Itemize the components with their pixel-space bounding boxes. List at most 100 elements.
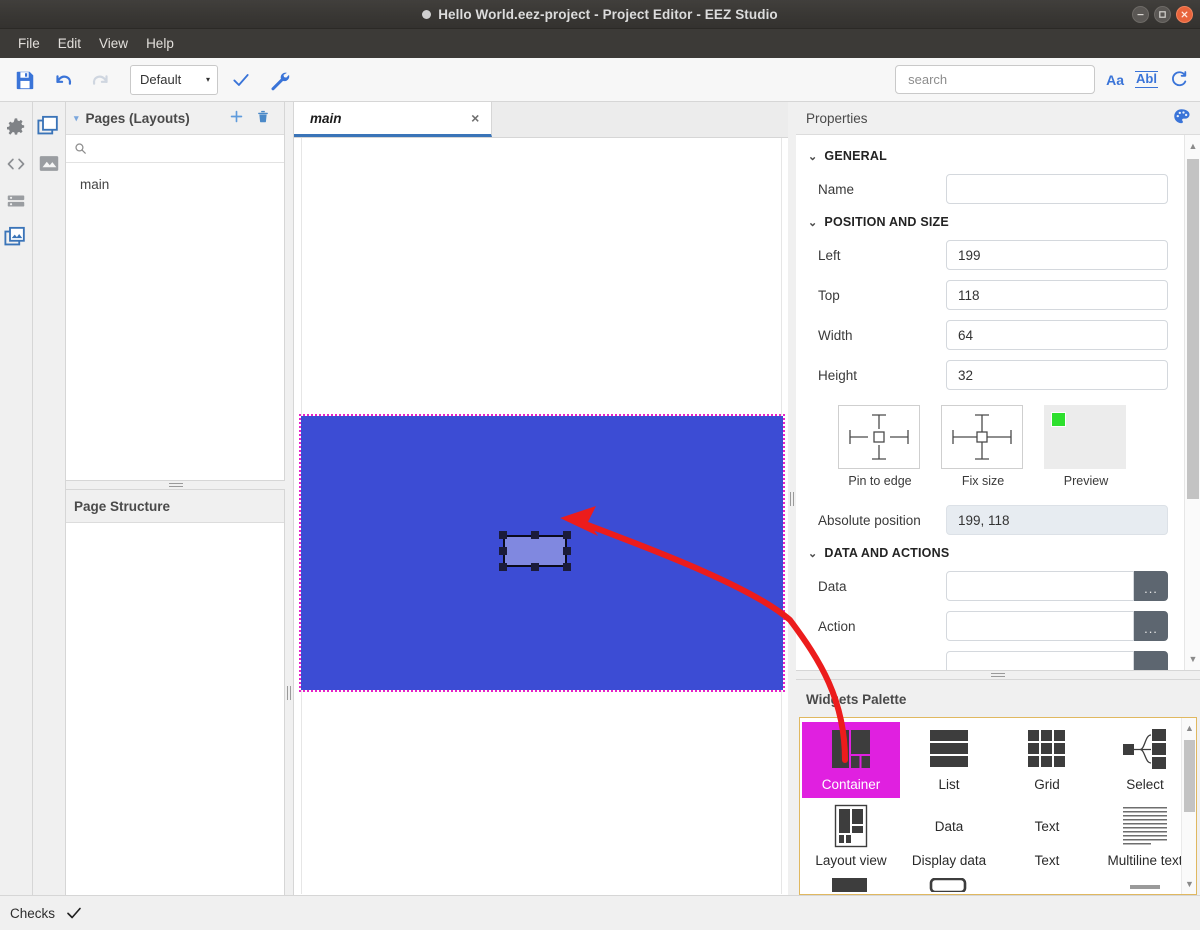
page-canvas[interactable] [294, 138, 789, 894]
action-browse-button[interactable]: ... [1134, 611, 1168, 641]
properties-group-general[interactable]: ⌄ GENERAL [796, 143, 1184, 169]
left-input[interactable]: 199 [946, 240, 1168, 270]
sidebar-item-pages[interactable] [0, 221, 33, 254]
pages-structure-splitter[interactable] [66, 480, 285, 490]
height-input[interactable]: 32 [946, 360, 1168, 390]
palette-item-partial-3[interactable] [998, 874, 1096, 894]
palette-item-multiline-text[interactable]: Multiline text [1096, 798, 1194, 874]
search-box[interactable] [895, 65, 1096, 94]
action-input[interactable] [946, 611, 1134, 641]
check-build-button[interactable] [226, 65, 256, 95]
palette-scrollbar[interactable]: ▲ ▼ [1181, 718, 1196, 894]
pages-panel-header: ▾ Pages (Layouts) [66, 102, 284, 135]
name-input[interactable] [946, 174, 1168, 204]
refresh-button[interactable] [1169, 70, 1188, 89]
menu-item-view[interactable]: View [90, 33, 137, 54]
resize-handle-w[interactable] [499, 547, 507, 555]
palette-item-grid[interactable]: Grid [998, 722, 1096, 798]
resize-handle-nw[interactable] [499, 531, 507, 539]
maximize-button[interactable] [1154, 6, 1171, 23]
properties-palette-splitter[interactable] [796, 670, 1200, 680]
editor-properties-splitter[interactable] [788, 102, 796, 895]
palette-item-display-data[interactable]: Data Display data [900, 798, 998, 874]
data-browse-button[interactable]: ... [1134, 571, 1168, 601]
partial-browse-button[interactable]: ... [1134, 651, 1168, 670]
palette-item-label: Container [821, 777, 881, 792]
properties-group-position-and-size[interactable]: ⌄ POSITION AND SIZE [796, 209, 1184, 235]
save-button[interactable] [10, 65, 40, 95]
menu-item-edit[interactable]: Edit [49, 33, 90, 54]
palette-item-list[interactable]: List [900, 722, 998, 798]
palette-item-layout-view[interactable]: Layout view [802, 798, 900, 874]
layout-view-icon [825, 802, 877, 850]
width-input[interactable]: 64 [946, 320, 1168, 350]
palette-item-partial-4[interactable] [1096, 874, 1194, 894]
theme-palette-button[interactable] [1173, 108, 1190, 128]
menu-item-file[interactable]: File [9, 33, 49, 54]
sidebar-item-images[interactable] [33, 147, 66, 180]
preview-figure[interactable] [1044, 405, 1126, 469]
preview-swatch [1051, 412, 1066, 427]
close-button[interactable] [1176, 6, 1193, 23]
preview-cell[interactable]: Preview [1044, 405, 1128, 488]
sidebar-item-code[interactable] [0, 147, 33, 180]
sidebar-item-settings[interactable] [0, 110, 33, 143]
title-bar: Hello World.eez-project - Project Editor… [0, 0, 1200, 29]
add-page-button[interactable] [229, 109, 244, 127]
fix-size-figure[interactable] [941, 405, 1023, 469]
left-editor-splitter[interactable] [285, 490, 293, 895]
palette-item-label: Select [1126, 777, 1164, 792]
resize-handle-e[interactable] [563, 547, 571, 555]
fix-size-cell[interactable]: Fix size [941, 405, 1025, 488]
configuration-select[interactable]: Default ▾ [130, 64, 218, 95]
chevron-down-icon[interactable]: ▾ [74, 113, 79, 124]
page-root-container[interactable] [299, 414, 785, 692]
match-case-button[interactable]: Aa [1106, 72, 1124, 88]
search-input[interactable] [906, 71, 1085, 88]
scroll-up-icon[interactable]: ▲ [1185, 137, 1200, 155]
palette-item-partial-1[interactable] [802, 874, 900, 894]
property-label: Width [818, 327, 853, 343]
match-whole-word-button[interactable]: Abl [1135, 71, 1158, 88]
plus-icon [230, 110, 243, 123]
partial-input[interactable] [946, 651, 1134, 670]
pin-to-edge-figure[interactable] [838, 405, 920, 469]
palette-item-partial-2[interactable] [900, 874, 998, 894]
position-size-figures: Pin to edge Fix size Preview [796, 395, 1184, 488]
scroll-down-icon[interactable]: ▼ [1185, 650, 1200, 668]
resize-handle-se[interactable] [563, 563, 571, 571]
sidebar-item-layouts[interactable] [33, 110, 66, 143]
palette-item-text[interactable]: Text Text [998, 798, 1096, 874]
resize-handle-s[interactable] [531, 563, 539, 571]
palette-item-select[interactable]: Select [1096, 722, 1194, 798]
close-icon[interactable]: × [471, 110, 479, 126]
absolute-position-value: 199, 118 [946, 505, 1168, 535]
list-item[interactable]: main [66, 173, 284, 196]
scrollbar-thumb[interactable] [1184, 740, 1195, 812]
properties-scrollbar[interactable]: ▲ ▼ [1184, 135, 1200, 670]
top-input[interactable]: 118 [946, 280, 1168, 310]
display-data-icon-text: Data [934, 818, 964, 834]
resize-handle-ne[interactable] [563, 531, 571, 539]
chevron-down-icon: ⌄ [808, 216, 818, 229]
scroll-up-icon[interactable]: ▲ [1182, 720, 1196, 736]
pin-to-edge-cell[interactable]: Pin to edge [838, 405, 922, 488]
data-input[interactable] [946, 571, 1134, 601]
scrollbar-thumb[interactable] [1187, 159, 1199, 499]
build-button[interactable] [264, 65, 294, 95]
checks-label[interactable]: Checks [10, 906, 55, 921]
palette-item-container[interactable]: Container [802, 722, 900, 798]
pages-search-row[interactable] [66, 135, 284, 163]
tab-main[interactable]: main × [294, 102, 492, 137]
minimize-button[interactable] [1132, 6, 1149, 23]
scroll-down-icon[interactable]: ▼ [1182, 876, 1196, 892]
sidebar-item-database[interactable] [0, 184, 33, 217]
undo-button[interactable] [48, 65, 78, 95]
resize-handle-sw[interactable] [499, 563, 507, 571]
trash-icon [258, 110, 268, 123]
pages-search-input[interactable] [95, 140, 245, 157]
resize-handle-n[interactable] [531, 531, 539, 539]
menu-item-help[interactable]: Help [137, 33, 183, 54]
properties-group-data-and-actions[interactable]: ⌄ DATA AND ACTIONS [796, 540, 1184, 566]
delete-page-button[interactable] [256, 109, 270, 127]
